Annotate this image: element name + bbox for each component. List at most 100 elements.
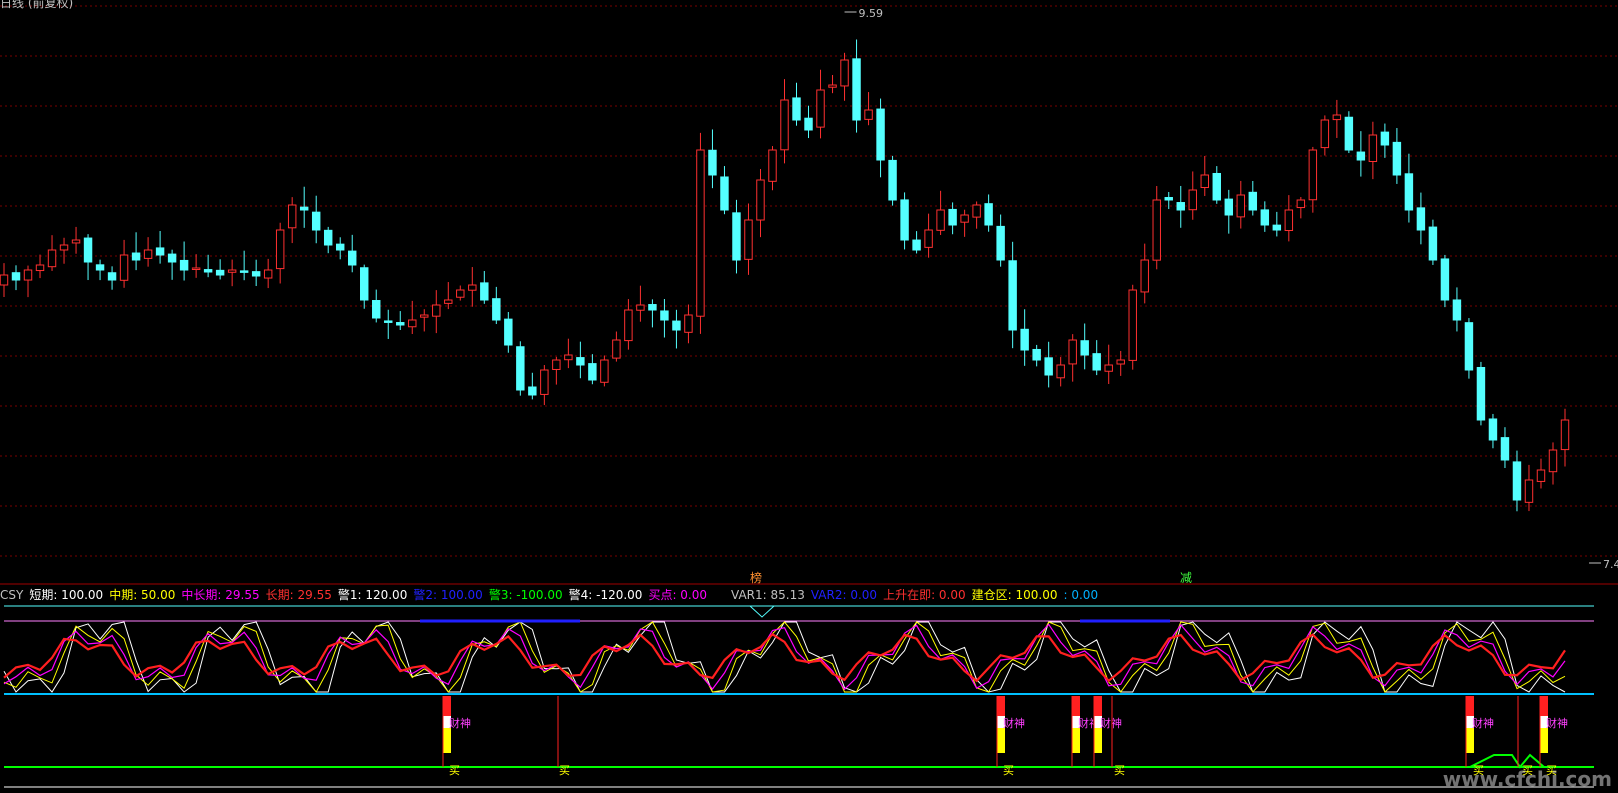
indicator-item: 上升在即: 0.00	[883, 588, 966, 602]
candle-body	[131, 252, 141, 261]
candle-body	[876, 108, 885, 161]
candle-body	[1212, 172, 1221, 201]
caishen-label: 财神	[1003, 716, 1025, 730]
candle-body	[263, 269, 273, 279]
caishen-label: 财神	[449, 716, 471, 730]
candle-body	[1104, 364, 1113, 372]
indicator-item: 买点: 0.00	[648, 588, 708, 602]
candle-body	[1296, 199, 1306, 209]
candle-body	[1464, 322, 1474, 371]
candle-body	[1128, 289, 1137, 361]
candle-body	[384, 320, 393, 323]
candle-body	[492, 298, 501, 321]
window-title: 日线 (前复权)	[0, 0, 74, 10]
candle-body	[1008, 260, 1017, 331]
signal-bar-red	[997, 696, 1005, 716]
buy-label: 买	[449, 764, 460, 777]
candle-body	[744, 219, 753, 260]
candle-body	[1248, 191, 1258, 211]
candle-body	[900, 199, 909, 241]
candle-body	[1080, 340, 1089, 356]
candle-body	[167, 253, 177, 263]
signal-bar-red	[443, 696, 451, 716]
candle-body	[732, 212, 741, 261]
caishen-label: 财神	[1546, 716, 1568, 730]
candle-body	[708, 149, 717, 176]
buy-label: 买	[1003, 764, 1014, 777]
candle-body	[47, 249, 57, 268]
candle-body	[1032, 348, 1041, 361]
candle-body	[948, 208, 957, 226]
indicator-item: 警1: 120.00	[337, 588, 408, 602]
candle-body	[191, 267, 201, 270]
candle-body	[516, 346, 525, 391]
candle-body	[1524, 479, 1534, 503]
candle-body	[1500, 437, 1510, 461]
candle-body	[1356, 151, 1366, 161]
candle-body	[1056, 364, 1065, 379]
chart-canvas[interactable]: 9.597.43榜减财神财神财神财神财神财神买买买买买买买	[0, 0, 1618, 793]
candle-body	[335, 243, 345, 251]
signal-bar-yellow	[1540, 728, 1548, 753]
candle-body	[1044, 357, 1053, 376]
signal-bar-red	[1072, 696, 1080, 716]
candle-body	[1404, 173, 1414, 211]
candle-body	[792, 97, 801, 121]
candle-body	[852, 58, 861, 121]
candle-body	[840, 59, 849, 87]
candle-body	[780, 99, 789, 151]
candle-body	[35, 264, 45, 272]
candle-body	[155, 247, 165, 256]
candle-body	[372, 300, 381, 319]
buy-label: 买	[559, 764, 570, 777]
candle-body	[287, 204, 297, 229]
candle-body	[23, 269, 33, 281]
candle-body	[1368, 134, 1378, 163]
candle-body	[684, 314, 693, 333]
indicator-item: VAR2: 0.00	[810, 588, 878, 602]
candle-body	[648, 304, 657, 311]
candle-body	[1092, 353, 1101, 371]
candle-body	[480, 282, 489, 301]
candle-body	[636, 304, 645, 311]
candle-body	[1068, 339, 1077, 365]
candle-body	[1392, 141, 1402, 176]
candle-body	[119, 254, 129, 281]
candle-body	[1512, 461, 1522, 501]
signal-bar-red	[1094, 696, 1102, 716]
candle-body	[1344, 116, 1354, 151]
candle-body	[251, 271, 261, 277]
candle-body	[1308, 149, 1318, 201]
candle-body	[360, 267, 369, 301]
candle-body	[1284, 209, 1294, 232]
candle-body	[143, 249, 153, 259]
candle-body	[1176, 202, 1185, 211]
candle-body	[912, 239, 921, 251]
candle-body	[1560, 419, 1570, 451]
high-label: 9.59	[859, 7, 884, 20]
candle-body	[672, 320, 681, 331]
candle-body	[660, 310, 669, 321]
event-mark: 榜	[750, 570, 762, 585]
long-term-line	[3, 632, 1566, 683]
candle-body	[203, 269, 213, 273]
candle-body	[504, 318, 513, 346]
candle-body	[59, 244, 69, 251]
candle-body	[984, 203, 993, 226]
candle-body	[1020, 328, 1029, 351]
candle-body	[311, 211, 321, 231]
candle-body	[936, 209, 945, 231]
candle-body	[1476, 366, 1486, 421]
candle-body	[756, 179, 765, 221]
candle-body	[972, 204, 981, 218]
candle-body	[107, 272, 117, 281]
candle-body	[348, 250, 357, 266]
caishen-label: 财神	[1100, 716, 1122, 730]
candle-body	[528, 386, 537, 396]
caishen-label: 财神	[1472, 716, 1494, 730]
candle-body	[0, 274, 9, 286]
candle-body	[828, 84, 837, 88]
candle-body	[1488, 418, 1498, 441]
candle-body	[1332, 114, 1342, 121]
candle-body	[444, 299, 453, 304]
